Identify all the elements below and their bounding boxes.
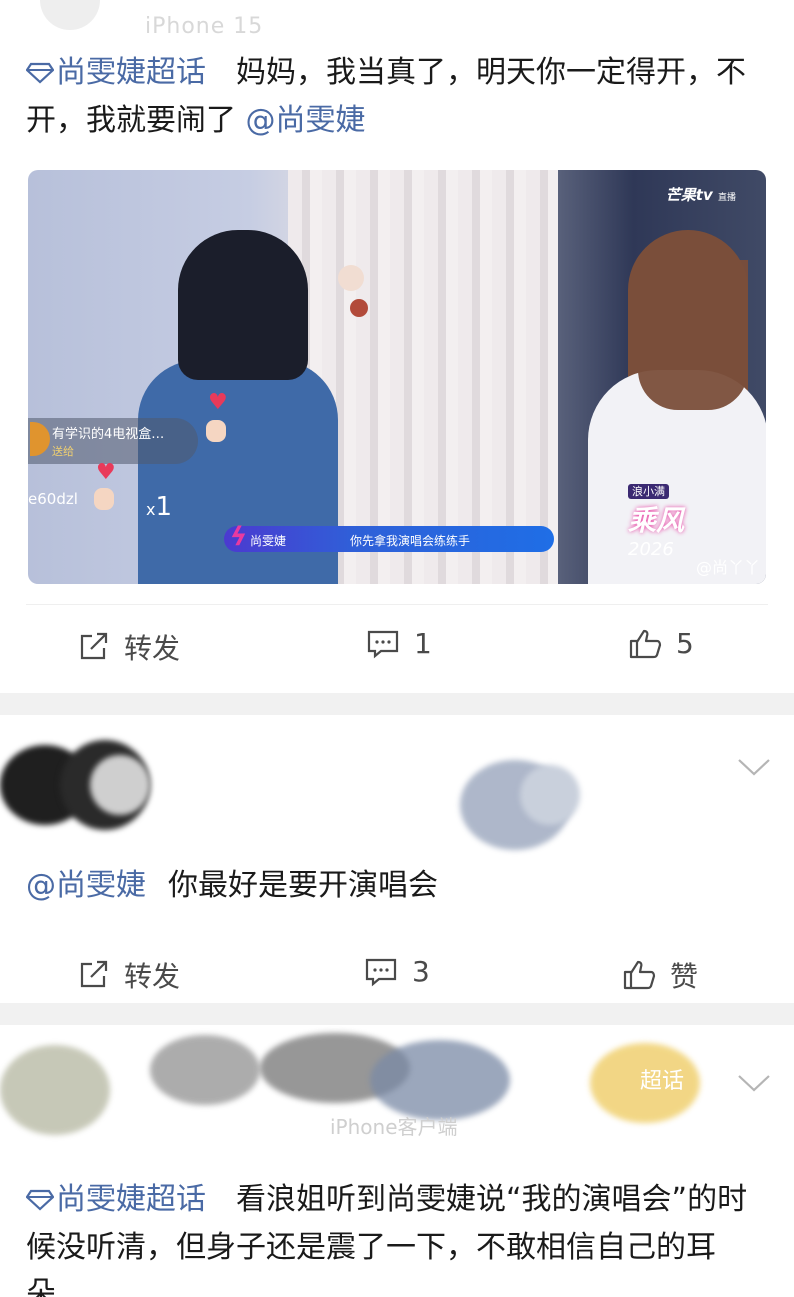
mention-link[interactable]: @尚雯婕	[26, 868, 146, 903]
post-header-redacted: iPhone客户端 超话	[0, 1025, 794, 1159]
gift-sub: 送给	[52, 445, 74, 458]
diamond-icon	[25, 52, 55, 98]
post-source: iPhone客户端	[330, 1115, 458, 1139]
gift-banner: 有学识的4电视盒… 送给	[28, 418, 198, 464]
repost-icon	[80, 632, 108, 660]
topic-link[interactable]: 尚雯婕超话	[25, 1182, 206, 1217]
post-header: iPhone 15	[0, 0, 794, 48]
redacted-name	[150, 1035, 260, 1105]
repost-icon	[80, 960, 108, 988]
redacted-meta	[520, 765, 580, 825]
topic-link[interactable]: 尚雯婕超话	[25, 55, 206, 90]
show-logo: 浪小满 乘风 2026	[628, 484, 685, 560]
chevron-down-icon[interactable]	[736, 1073, 772, 1093]
like-icon	[629, 629, 662, 658]
chevron-down-icon[interactable]	[736, 757, 772, 777]
diamond-icon	[25, 1179, 55, 1225]
subtitle-text: 你先拿我演唱会练练手	[350, 534, 471, 548]
person-right-hair-back	[638, 260, 748, 410]
heart-icon: ♥	[96, 460, 116, 485]
person-left-hair	[178, 230, 308, 380]
action-bar: 转发 3 赞	[26, 933, 768, 1021]
show-mark-icon: ϟ	[230, 522, 248, 552]
brand-logo: 芒果tv 直播	[665, 186, 736, 204]
danmaku-user: e60dzl	[28, 490, 78, 508]
post-source: iPhone 15	[145, 14, 264, 39]
gift-avatar	[30, 422, 50, 456]
redacted-avatar	[0, 1045, 110, 1135]
mention-link[interactable]: @尚雯婕	[246, 103, 366, 138]
post-body: 尚雯婕超话 看浪姐听到尚雯婕说“我的演唱会”的时候没听清，但身子还是震了一下，不敢…	[0, 1177, 794, 1297]
action-bar: 转发 1 5	[26, 604, 768, 693]
heart-icon: ♥	[208, 390, 228, 415]
repost-button[interactable]: 转发	[78, 627, 180, 667]
video-thumbnail[interactable]: 芒果tv 直播 有学识的4电视盒… 送给 ♥ ♥ e60dzl x1 ϟ 尚雯婕…	[28, 170, 766, 584]
subtitle-name: 尚雯婕	[250, 534, 287, 548]
comment-icon	[367, 630, 399, 658]
topic-badge: 超话	[640, 1069, 685, 1094]
post-body: 尚雯婕超话 妈妈，我当真了，明天你一定得开，不开，我就要闹了 @尚雯婕	[0, 50, 794, 144]
post-body: @尚雯婕 你最好是要开演唱会	[0, 863, 794, 909]
like-icon	[623, 960, 656, 990]
post-text: 你最好是要开演唱会	[168, 868, 438, 903]
like-button[interactable]: 5	[628, 627, 694, 660]
finger-heart-icon	[94, 488, 114, 510]
post-2: @尚雯婕 你最好是要开演唱会 转发 3 赞	[0, 715, 794, 1003]
combo-count: x1	[146, 492, 173, 522]
gift-user: 有学识的4电视盒…	[52, 427, 165, 442]
post-separator	[0, 693, 794, 715]
redacted-avatar	[90, 755, 150, 815]
avatar[interactable]	[40, 0, 100, 30]
comment-button[interactable]: 1	[366, 627, 432, 660]
like-button[interactable]: 赞	[622, 955, 698, 995]
post-3: iPhone客户端 超话 尚雯婕超话 看浪姐听到尚雯婕说“我的演唱会”的时候没听清…	[0, 1025, 794, 1297]
finger-heart-icon	[206, 420, 226, 442]
watermark: @尚丫丫	[695, 558, 760, 577]
post-header-redacted	[0, 715, 794, 863]
repost-button[interactable]: 转发	[78, 955, 180, 995]
comment-icon	[365, 958, 397, 986]
wall-lamp	[338, 265, 364, 291]
post-1: iPhone 15 尚雯婕超话 妈妈，我当真了，明天你一定得开，不开，我就要闹了 …	[0, 0, 794, 693]
redacted-name	[370, 1040, 510, 1120]
comment-button[interactable]: 3	[364, 955, 430, 988]
